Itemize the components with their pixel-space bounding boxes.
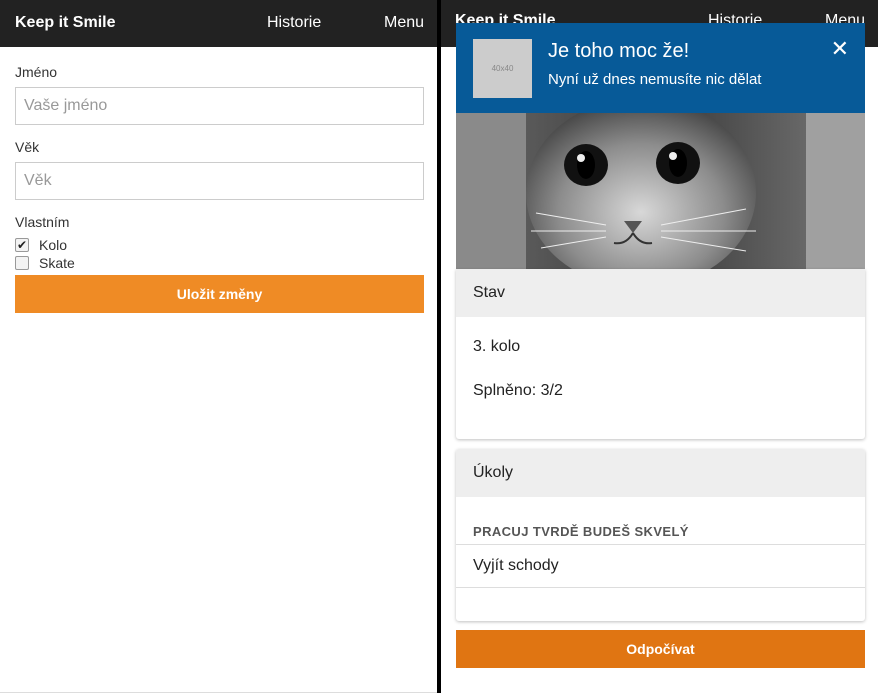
status-round: 3. kolo xyxy=(473,338,521,355)
left-screen: Keep it Smile Historie Menu Jméno Věk Vl… xyxy=(0,0,437,693)
nav-menu-link[interactable]: Menu xyxy=(384,14,424,32)
rest-button[interactable]: Odpočívat xyxy=(456,630,865,668)
profile-form: Jméno Věk Vlastním ✔ Kolo Skate Uložit z… xyxy=(0,64,437,313)
task-item[interactable]: Vyjít schody xyxy=(456,545,865,588)
notification-thumbnail: 40x40 xyxy=(473,39,532,98)
age-label: Věk xyxy=(15,139,40,155)
kitten-photo xyxy=(456,113,865,269)
kitten-photo-graphic xyxy=(456,113,865,269)
save-changes-button[interactable]: Uložit změny xyxy=(15,275,424,313)
tasks-section-title: PRACUJ TVRDĚ BUDEŠ SKVELÝ xyxy=(456,497,865,545)
checkbox-label-kolo: Kolo xyxy=(39,237,68,253)
close-icon[interactable]: ✕ xyxy=(831,36,849,62)
brand-logo[interactable]: Keep it Smile xyxy=(15,14,115,32)
checkbox-label-skate: Skate xyxy=(39,255,75,271)
checkbox-row-skate[interactable]: Skate xyxy=(15,254,424,272)
name-label: Jméno xyxy=(15,64,58,80)
age-input[interactable] xyxy=(15,162,424,200)
status-card: Stav 3. kolo Splněno: 3/2 xyxy=(456,269,865,439)
owned-label: Vlastním xyxy=(15,214,70,230)
checkbox-kolo[interactable]: ✔ xyxy=(15,238,29,252)
name-input[interactable] xyxy=(15,87,424,125)
task-item[interactable] xyxy=(456,588,865,621)
nav-history-link[interactable]: Historie xyxy=(267,14,321,32)
right-screen: Keep it Smile Historie Menu 40x40 Je toh… xyxy=(441,0,878,693)
tasks-card-header: Úkoly xyxy=(456,449,865,497)
notification-banner: 40x40 Je toho moc že! Nyní už dnes nemus… xyxy=(456,23,865,113)
checkbox-row-kolo[interactable]: ✔ Kolo xyxy=(15,236,424,254)
status-completed: Splněno: 3/2 xyxy=(473,382,563,399)
tasks-card: Úkoly PRACUJ TVRDĚ BUDEŠ SKVELÝ Vyjít sc… xyxy=(456,449,865,621)
notification-text: Nyní už dnes nemusíte nic dělat xyxy=(548,71,762,88)
status-card-header: Stav xyxy=(456,269,865,317)
checkbox-skate[interactable] xyxy=(15,256,29,270)
notification-title: Je toho moc že! xyxy=(548,40,690,62)
navbar: Keep it Smile Historie Menu xyxy=(0,0,437,47)
